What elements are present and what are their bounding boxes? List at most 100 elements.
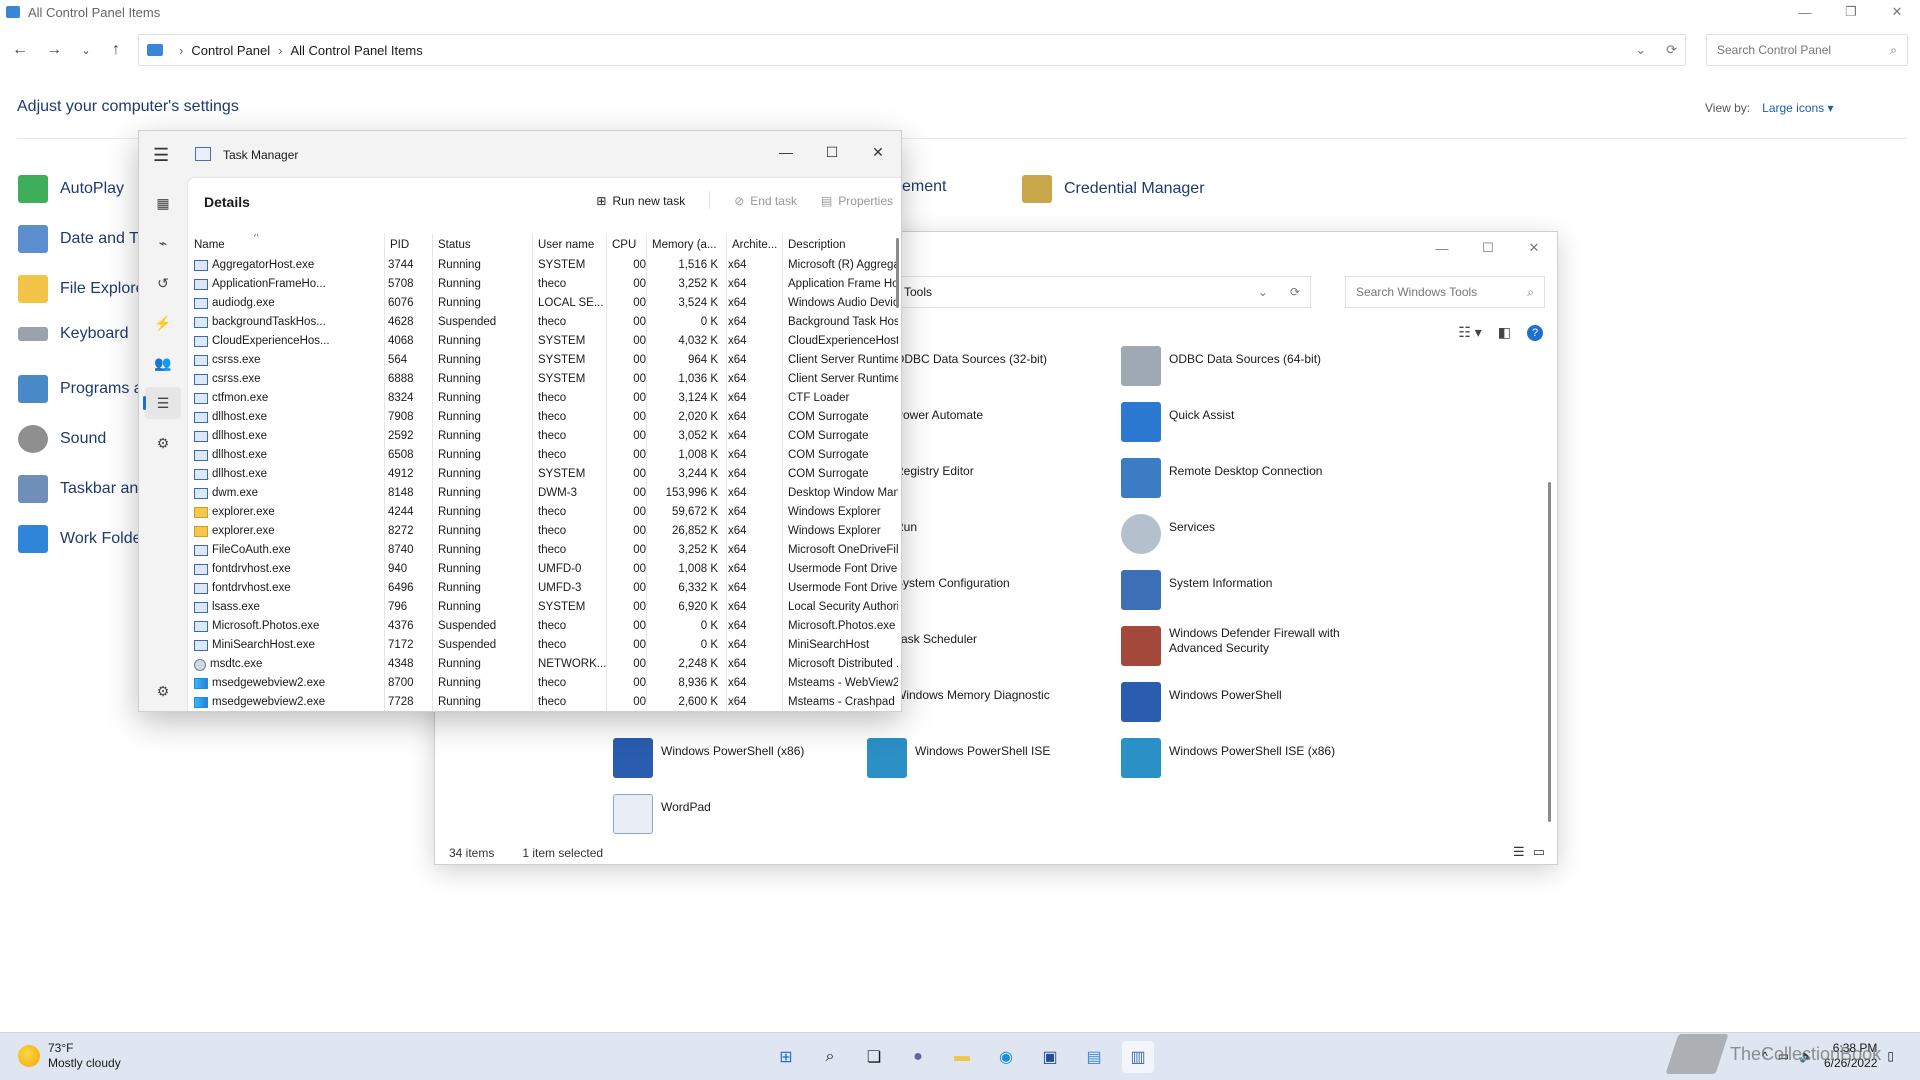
close-button[interactable]: ✕ bbox=[855, 137, 901, 167]
column-header-description[interactable]: Description bbox=[782, 234, 898, 256]
wt-search-input[interactable]: Search Windows Tools ⌕ bbox=[1345, 276, 1545, 308]
tool-defender-firewall[interactable]: Windows Defender Firewall with Advanced … bbox=[1121, 626, 1359, 666]
tool-task-scheduler[interactable]: Task Scheduler bbox=[895, 626, 1085, 647]
file-explorer-icon[interactable]: ▬ bbox=[946, 1041, 978, 1073]
cp-item-partial[interactable]: ement bbox=[902, 178, 946, 196]
breadcrumb-control-panel[interactable]: Control Panel bbox=[191, 43, 270, 58]
table-row[interactable]: lsass.exe 796 Running SYSTEM 00 6,920 K x64 Loc… bbox=[188, 598, 898, 617]
column-header-architecture[interactable]: Archite... bbox=[726, 234, 782, 256]
table-row[interactable]: fontdrvhost.exe 6496 Running UMFD-3 00 6,332 … bbox=[188, 579, 898, 598]
table-row[interactable]: dllhost.exe 4912 Running SYSTEM 00 3,244 K x64… bbox=[188, 465, 898, 484]
table-row[interactable]: explorer.exe 8272 Running theco 00 26,852 K x6… bbox=[188, 522, 898, 541]
cp-item-programs[interactable]: Programs a bbox=[18, 375, 143, 403]
notifications-icon[interactable]: ▯ bbox=[1887, 1049, 1894, 1063]
cp-item-credential-manager[interactable]: Credential Manager bbox=[1022, 175, 1205, 203]
table-row[interactable]: csrss.exe 564 Running SYSTEM 00 964 K x64 Clien… bbox=[188, 351, 898, 370]
tool-system-information[interactable]: System Information bbox=[1121, 570, 1359, 610]
recent-chevron-icon[interactable]: ⌄ bbox=[74, 38, 98, 62]
users-icon[interactable]: 👥 bbox=[145, 347, 181, 379]
task-manager-taskbar-icon[interactable]: ▥ bbox=[1122, 1041, 1154, 1073]
cp-item-work-folders[interactable]: Work Folde bbox=[18, 525, 142, 553]
tool-system-configuration[interactable]: System Configuration bbox=[895, 570, 1085, 591]
cp-search-input[interactable]: Search Control Panel ⌕ bbox=[1706, 34, 1908, 66]
tool-odbc-64[interactable]: ODBC Data Sources (64-bit) bbox=[1121, 346, 1359, 386]
cp-item-autoplay[interactable]: AutoPlay bbox=[18, 175, 124, 203]
column-header-memory[interactable]: Memory (a... bbox=[646, 234, 726, 256]
minimize-button[interactable]: — bbox=[1782, 0, 1828, 24]
store-icon[interactable]: ▣ bbox=[1034, 1041, 1066, 1073]
column-header-pid[interactable]: PID bbox=[384, 234, 432, 256]
tool-odbc-32[interactable]: ODBC Data Sources (32-bit) bbox=[895, 346, 1085, 367]
details-list-icon[interactable]: ☰ bbox=[143, 387, 181, 419]
processes-icon[interactable]: ▦ bbox=[145, 187, 181, 219]
settings-gear-icon[interactable]: ⚙ bbox=[145, 675, 181, 707]
tool-services[interactable]: Services bbox=[1121, 514, 1359, 554]
cp-address-bar[interactable]: › Control Panel › All Control Panel Item… bbox=[138, 34, 1686, 66]
table-row[interactable]: FileCoAuth.exe 8740 Running theco 00 3,252 K x… bbox=[188, 541, 898, 560]
close-button[interactable]: ✕ bbox=[1511, 236, 1557, 260]
column-header-cpu[interactable]: CPU bbox=[606, 234, 646, 256]
table-row[interactable]: explorer.exe 4244 Running theco 00 59,672 K x6… bbox=[188, 503, 898, 522]
forward-arrow-icon[interactable]: → bbox=[42, 38, 66, 62]
table-row[interactable]: dllhost.exe 7908 Running theco 00 2,020 K x64 C… bbox=[188, 408, 898, 427]
cp-item-file-explorer[interactable]: File Explore bbox=[18, 275, 144, 303]
table-row[interactable]: ctfmon.exe 8324 Running theco 00 3,124 K x64 CT… bbox=[188, 389, 898, 408]
address-dropdown-icon[interactable]: ⌄ bbox=[1635, 42, 1646, 58]
performance-icon[interactable]: ⌁ bbox=[145, 227, 181, 259]
table-row[interactable]: MiniSearchHost.exe 7172 Suspended theco 00 0 … bbox=[188, 636, 898, 655]
table-row[interactable]: fontdrvhost.exe 940 Running UMFD-0 00 1,008 K… bbox=[188, 560, 898, 579]
breadcrumb-all-items[interactable]: All Control Panel Items bbox=[290, 43, 422, 58]
view-options-icon[interactable]: ☷ ▾ bbox=[1458, 324, 1481, 341]
tool-run[interactable]: Run bbox=[895, 514, 1085, 535]
app-history-icon[interactable]: ↺ bbox=[145, 267, 181, 299]
minimize-button[interactable]: — bbox=[763, 137, 809, 167]
maximize-button[interactable]: ☐ bbox=[1465, 236, 1511, 260]
up-arrow-icon[interactable]: ↑ bbox=[104, 38, 128, 62]
tool-memory-diagnostic[interactable]: Windows Memory Diagnostic bbox=[895, 682, 1085, 703]
hamburger-menu-icon[interactable]: ☰ bbox=[153, 145, 169, 166]
back-arrow-icon[interactable]: ← bbox=[8, 38, 32, 62]
tool-power-automate[interactable]: Power Automate bbox=[895, 402, 1085, 423]
control-panel-taskbar-icon[interactable]: ▤ bbox=[1078, 1041, 1110, 1073]
cp-item-date-time[interactable]: Date and Ti bbox=[18, 225, 142, 253]
details-pane-icon[interactable]: ◧ bbox=[1498, 324, 1511, 341]
refresh-icon[interactable]: ⟳ bbox=[1290, 285, 1300, 299]
column-header-status[interactable]: Status bbox=[432, 234, 532, 256]
minimize-button[interactable]: — bbox=[1419, 236, 1465, 260]
edge-icon[interactable]: ◉ bbox=[990, 1041, 1022, 1073]
table-row[interactable]: csrss.exe 6888 Running SYSTEM 00 1,036 K x64 Cl… bbox=[188, 370, 898, 389]
properties-button[interactable]: ▤ Properties bbox=[821, 192, 893, 209]
tool-powershell[interactable]: Windows PowerShell bbox=[1121, 682, 1359, 722]
table-row[interactable]: CloudExperienceHos... 4068 Running SYSTEM 00… bbox=[188, 332, 898, 351]
table-row[interactable]: audiodg.exe 6076 Running LOCAL SE... 00 3,524… bbox=[188, 294, 898, 313]
tool-wordpad[interactable]: WordPad bbox=[613, 794, 851, 834]
help-icon[interactable]: ? bbox=[1527, 324, 1543, 341]
teams-chat-icon[interactable]: ● bbox=[902, 1041, 934, 1073]
refresh-icon[interactable]: ⟳ bbox=[1666, 42, 1677, 58]
weather-widget[interactable]: 73°F Mostly cloudy bbox=[18, 1041, 121, 1071]
run-new-task-button[interactable]: ⊞ Run new task bbox=[596, 192, 685, 209]
end-task-button[interactable]: ⊘ End task bbox=[734, 192, 797, 209]
tool-registry-editor[interactable]: Registry Editor bbox=[895, 458, 1085, 479]
tool-quick-assist[interactable]: Quick Assist bbox=[1121, 402, 1359, 442]
cp-item-keyboard[interactable]: Keyboard bbox=[18, 325, 129, 343]
table-row[interactable]: backgroundTaskHos... 4628 Suspended theco 00… bbox=[188, 313, 898, 332]
search-icon[interactable]: ⌕ bbox=[814, 1041, 846, 1073]
table-row[interactable]: dwm.exe 8148 Running DWM-3 00 153,996 K x64 Des… bbox=[188, 484, 898, 503]
view-by-dropdown[interactable]: Large icons ▾ bbox=[1762, 101, 1833, 115]
close-button[interactable]: ✕ bbox=[1874, 0, 1920, 24]
vertical-scrollbar[interactable] bbox=[896, 238, 899, 308]
address-dropdown-icon[interactable]: ⌄ bbox=[1258, 285, 1268, 299]
column-header-name[interactable]: Name ^ bbox=[188, 234, 388, 256]
tool-remote-desktop[interactable]: Remote Desktop Connection bbox=[1121, 458, 1359, 498]
startup-apps-icon[interactable]: ⚡ bbox=[145, 307, 181, 339]
task-view-icon[interactable]: ❏ bbox=[858, 1041, 890, 1073]
table-row[interactable]: msedgewebview2.exe 7728 Running theco 00 2,60… bbox=[188, 693, 898, 711]
table-row[interactable]: msedgewebview2.exe 8700 Running theco 00 8,93… bbox=[188, 674, 898, 693]
cp-item-taskbar[interactable]: Taskbar and bbox=[18, 475, 147, 503]
tool-powershell-ise-x86[interactable]: Windows PowerShell ISE (x86) bbox=[1121, 738, 1359, 778]
vertical-scrollbar[interactable] bbox=[1548, 482, 1551, 822]
table-row[interactable]: Microsoft.Photos.exe 4376 Suspended theco 00… bbox=[188, 617, 898, 636]
tool-powershell-x86[interactable]: Windows PowerShell (x86) bbox=[613, 738, 851, 778]
tool-powershell-ise[interactable]: Windows PowerShell ISE bbox=[867, 738, 1105, 778]
